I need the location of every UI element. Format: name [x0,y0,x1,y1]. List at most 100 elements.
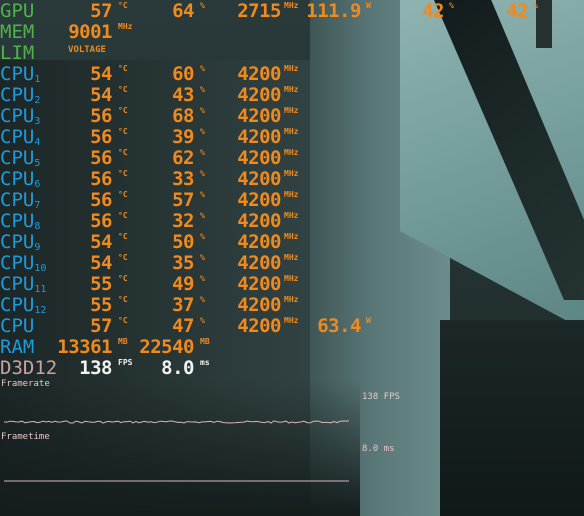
gpu-power: 111.9 [306,0,361,22]
gpu-temp-unit: °C [118,1,128,10]
cpu-core-clock: 4200 [237,168,281,190]
cpu-core-load-unit: % [200,295,205,304]
cpu-core-load-unit: % [200,190,205,199]
cpu-core-load-unit: % [200,274,205,283]
lim-label: LIM [0,42,35,64]
ram-used: 13361 [57,336,112,358]
cpu-core-clock: 4200 [237,210,281,232]
cpu-core-load: 37 [172,294,194,316]
cpu-core-temp-unit: °C [118,127,128,136]
cpu-core-clock-unit: MHz [284,106,299,115]
cpu-core-load-unit: % [200,106,205,115]
cpu-core-clock-unit: MHz [284,148,299,157]
cpu-core-clock-unit: MHz [284,85,299,94]
cpu-core-clock: 4200 [237,63,281,85]
fps-unit: FPS [118,358,133,367]
framerate-graph [3,420,350,424]
cpu-core-clock-unit: MHz [284,190,299,199]
gpu-clock: 2715 [237,0,281,22]
ram-row: RAM 13361 MB 22540 MB [0,336,584,358]
cpu-core-row: CPU6 56 °C 33% 4200 MHz [0,168,584,190]
cpu-core-clock: 4200 [237,126,281,148]
cpu-core-clock-unit: MHz [284,274,299,283]
cpu-total-power: 63.4 [317,315,361,337]
cpu-core-temp: 56 [90,210,112,232]
mem-clock-unit: MHz [118,22,133,31]
frametime-graph [4,480,349,482]
cpu-core-temp: 54 [90,63,112,85]
cpu-core-clock-unit: MHz [284,127,299,136]
cpu-core-temp: 56 [90,147,112,169]
cpu-core-row: CPU11 55 °C 49% 4200 MHz [0,273,584,295]
mem-clock: 9001 [68,21,112,43]
cpu-core-temp: 56 [90,189,112,211]
cpu-core-row: CPU7 56 °C 57% 4200 MHz [0,189,584,211]
cpu-core-load-unit: % [200,85,205,94]
cpu-core-load: 60 [172,63,194,85]
gpu-temp: 57 [90,0,112,22]
mem-row: MEM 9001 MHz [0,21,584,43]
cpu-core-temp-unit: °C [118,85,128,94]
cpu-core-load-unit: % [200,232,205,241]
cpu-core-load: 43 [172,84,194,106]
cpu-core-clock: 4200 [237,105,281,127]
cpu-core-clock-unit: MHz [284,295,299,304]
cpu-core-temp: 55 [90,273,112,295]
cpu-core-load-unit: % [200,64,205,73]
cpu-core-clock: 4200 [237,189,281,211]
lim-row: LIM VOLTAGE [0,42,584,64]
cpu-core-load: 50 [172,231,194,253]
cpu-total-clock-unit: MHz [284,316,299,325]
cpu-core-temp-unit: °C [118,106,128,115]
cpu-core-clock: 4200 [237,273,281,295]
cpu-core-row: CPU8 56 °C 32% 4200 MHz [0,210,584,232]
cpu-core-temp-unit: °C [118,295,128,304]
cpu-core-row: CPU9 54 °C 50% 4200 MHz [0,231,584,253]
cpu-core-temp: 56 [90,105,112,127]
cpu-core-clock: 4200 [237,294,281,316]
cpu-core-load: 33 [172,168,194,190]
framerate-graph-label: Framerate [1,379,50,389]
gpu-clock-unit: MHz [284,1,299,10]
cpu-core-temp: 54 [90,84,112,106]
cpu-core-load: 39 [172,126,194,148]
cpu-core-clock: 4200 [237,147,281,169]
mem-label: MEM [0,21,35,43]
cpu-core-temp: 56 [90,168,112,190]
cpu-core-temp: 56 [90,126,112,148]
cpu-total-clock: 4200 [237,315,281,337]
d3d-row: D3D12 138 FPS 8.0 ms [0,357,584,379]
gpu-extra1: 42 [422,0,444,22]
cpu-core-load: 62 [172,147,194,169]
cpu-core-row: CPU10 54 °C 35% 4200 MHz [0,252,584,274]
cpu-total-load-unit: % [200,316,205,325]
cpu-core-clock-unit: MHz [284,253,299,262]
cpu-total-temp: 57 [90,315,112,337]
cpu-core-temp-unit: °C [118,253,128,262]
frametime-graph-value: 8.0 ms [362,444,395,454]
cpu-core-clock-unit: MHz [284,211,299,220]
frametime-unit: ms [200,358,210,367]
gpu-extra2: 42 [506,0,528,22]
ram-label: RAM [0,336,35,358]
ram-used-unit: MB [118,337,128,346]
cpu-total-load: 47 [172,315,194,337]
cpu-core-row: CPU3 56 °C 68% 4200 MHz [0,105,584,127]
frametime-value: 8.0 [161,357,194,379]
cpu-core-clock: 4200 [237,252,281,274]
ram-total: 22540 [139,336,194,358]
cpu-core-temp: 54 [90,252,112,274]
cpu-core-temp: 54 [90,231,112,253]
gpu-row: GPU 57 °C 64 % 2715 MHz 111.9 W 42 % 42 … [0,0,584,22]
cpu-core-temp-unit: °C [118,232,128,241]
cpu-core-load-unit: % [200,148,205,157]
cpu-core-clock: 4200 [237,231,281,253]
cpu-core-clock-unit: MHz [284,232,299,241]
gpu-extra1-unit: % [449,1,454,10]
cpu-core-load-unit: % [200,211,205,220]
ram-total-unit: MB [200,337,210,346]
cpu-core-temp: 55 [90,294,112,316]
cpu-core-load-unit: % [200,253,205,262]
cpu-core-temp-unit: °C [118,190,128,199]
cpu-core-temp-unit: °C [118,64,128,73]
